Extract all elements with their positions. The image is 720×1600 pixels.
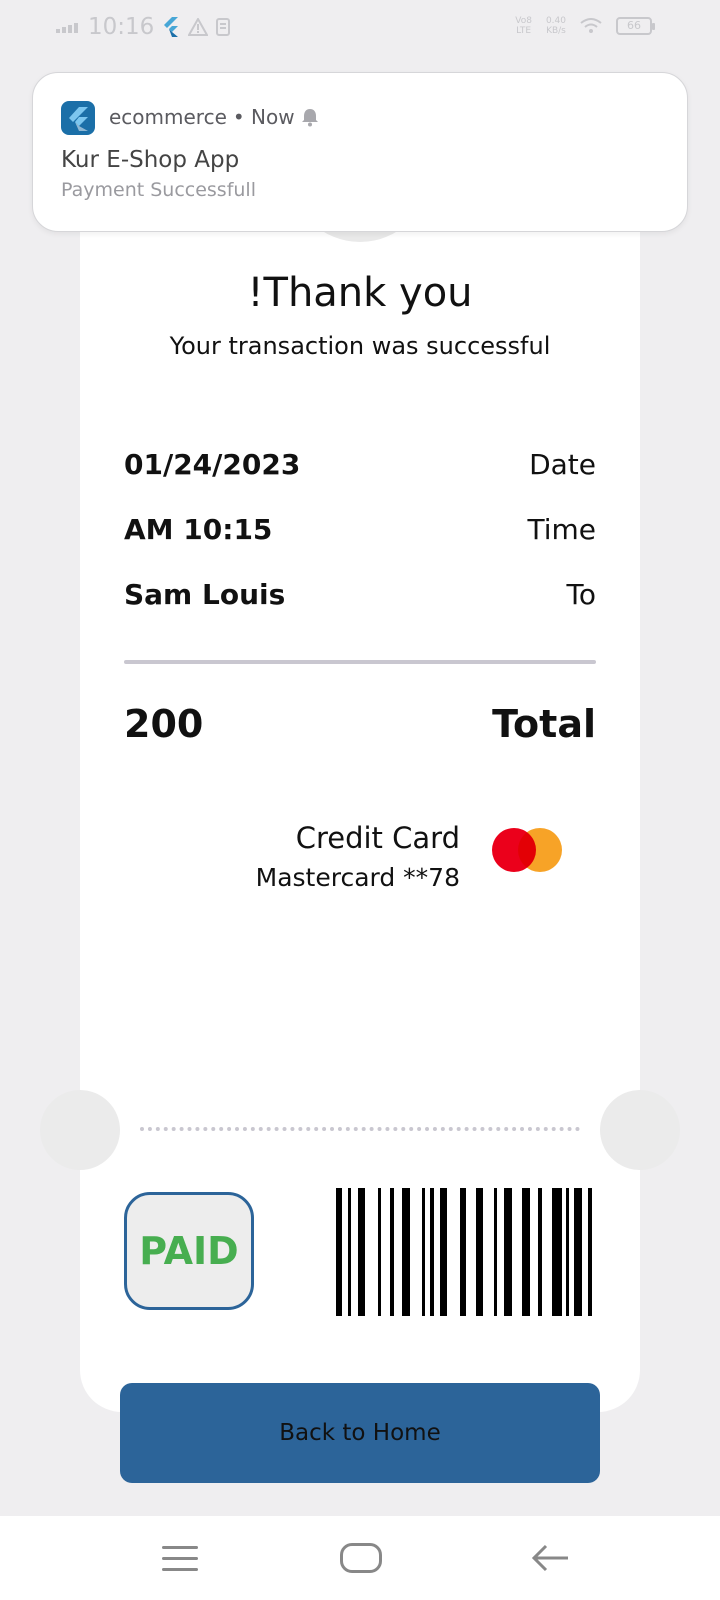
transaction-subtitle: Your transaction was successful [169, 332, 551, 360]
status-bar: 10:16 Vo8 LTE 0.40 KB/s 66 [0, 0, 720, 58]
recipient-value: Sam Louis [124, 578, 286, 611]
bell-icon [301, 109, 318, 127]
time-row: AM 10:15 Time [124, 513, 596, 546]
recipient-label: To [566, 578, 596, 611]
battery-icon: 66 [616, 17, 655, 35]
ticket-notch-left [40, 1090, 120, 1170]
back-to-home-button[interactable]: Back to Home [120, 1383, 600, 1483]
barcode-icon [336, 1188, 592, 1316]
total-row: 200 Total [124, 702, 596, 746]
status-time: 10:16 [88, 14, 155, 40]
warning-icon [188, 18, 209, 36]
divider [124, 660, 596, 664]
recipient-row: Sam Louis To [124, 578, 596, 611]
paid-stamp: PAID [124, 1192, 254, 1310]
recent-apps-icon[interactable] [162, 1546, 198, 1572]
signal-icon [56, 23, 78, 33]
home-icon[interactable] [340, 1543, 382, 1573]
mastercard-icon [492, 828, 564, 872]
payment-method: Credit Card Mastercard **78 [256, 818, 460, 898]
status-bar-right: Vo8 LTE 0.40 KB/s 66 [515, 16, 655, 36]
card-number: Mastercard **78 [255, 863, 460, 892]
total-label: Total [492, 702, 596, 746]
navigation-bar [0, 1516, 720, 1600]
network-type: Vo8 LTE [515, 16, 532, 36]
storage-icon [216, 18, 231, 36]
back-arrow-icon[interactable] [530, 1540, 570, 1576]
notification-title: Kur E-Shop App [61, 147, 240, 173]
date-row: 01/24/2023 Date [124, 448, 596, 481]
notification-app-name: ecommerce [109, 105, 227, 129]
notification-time: • Now [232, 105, 295, 129]
date-label: Date [529, 448, 596, 481]
time-label: Time [527, 513, 596, 546]
time-value: AM 10:15 [124, 513, 273, 546]
date-value: 01/24/2023 [124, 448, 301, 481]
wifi-icon [580, 18, 602, 33]
payment-type: Credit Card [295, 821, 460, 855]
ticket-notch-right [600, 1090, 680, 1170]
status-bar-left: 10:16 [56, 14, 232, 40]
app-icon [61, 101, 95, 135]
tear-line [140, 1127, 580, 1131]
thank-you-heading: !Thank you [247, 270, 473, 316]
notification-body: Payment Successfull [61, 179, 256, 201]
network-speed: 0.40 KB/s [545, 16, 566, 36]
flutter-icon [164, 17, 179, 37]
notification-header: ecommerce • Now [109, 105, 319, 129]
total-value: 200 [124, 702, 204, 746]
notification-banner[interactable]: ecommerce • Now Kur E-Shop App Payment S… [32, 72, 688, 232]
